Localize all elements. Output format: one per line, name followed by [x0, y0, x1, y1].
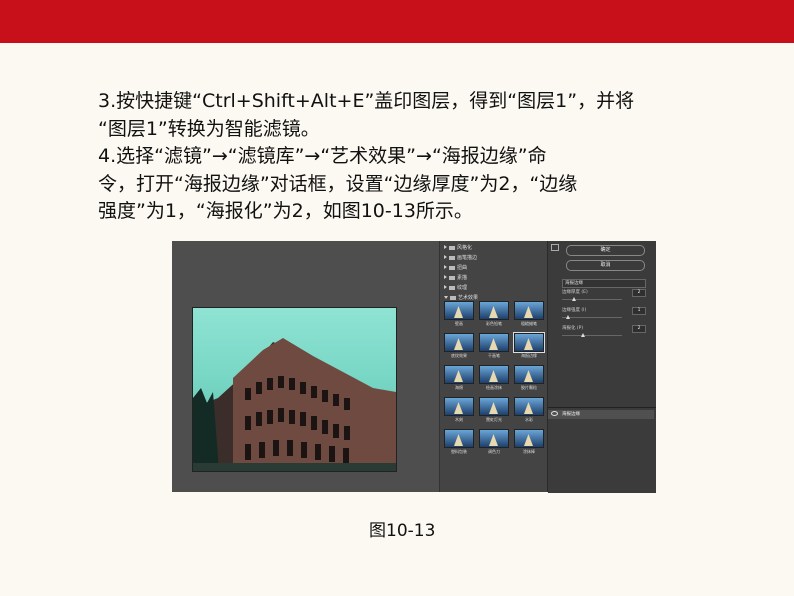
edge-intensity-control[interactable]: 边缘强度 (I) 1 [562, 307, 646, 323]
effect-layer-row[interactable]: 海报边缘 [548, 410, 654, 419]
slider-track[interactable] [562, 317, 622, 318]
figure-caption: 图10-13 [369, 521, 436, 541]
cancel-button[interactable]: 取消 [566, 260, 645, 271]
filter-thumb-image [479, 429, 509, 448]
posterization-control[interactable]: 海报化 (P) 2 [562, 325, 646, 341]
slider-knob[interactable] [566, 315, 570, 319]
folder-icon [449, 285, 455, 290]
filter-gallery-panel: 风格化 画笔描边 扭曲 素描 纹理 艺术效果 壁画 彩色铅笔 粗糙蜡笔 底纹效果… [439, 241, 548, 492]
folder-icon [449, 275, 455, 280]
folder-icon [449, 245, 455, 250]
instruction-line: 强度”为1，“海报化”为2，如图10-13所示。 [98, 200, 473, 222]
filter-thumb[interactable]: 木刻 [444, 397, 474, 423]
filter-category[interactable]: 扭曲 [440, 263, 548, 273]
filter-thumbnails: 壁画 彩色铅笔 粗糙蜡笔 底纹效果 干画笔 海报边缘 海绵 绘画涂抹 胶片颗粒 … [444, 301, 545, 455]
filter-thumb-image [444, 397, 474, 416]
folder-icon [449, 255, 455, 260]
expand-arrow-icon [444, 285, 447, 289]
expand-arrow-icon [444, 255, 447, 259]
param-value-input[interactable]: 1 [632, 307, 646, 315]
ok-button[interactable]: 确定 [566, 245, 645, 256]
effect-layers-panel: 海报边缘 [548, 407, 656, 493]
instruction-line: 4.选择“滤镜”→“滤镜库”→“艺术效果”→“海报边缘”命 [98, 145, 547, 167]
filter-settings-panel: 确定 取消 海报边缘 边缘厚度 (E) 2 边缘强度 (I) 1 海报化 (P)… [547, 241, 656, 493]
param-value-input[interactable]: 2 [632, 325, 646, 333]
collapse-arrow-icon [444, 296, 448, 299]
filter-thumb[interactable]: 调色刀 [479, 429, 509, 455]
instruction-line: 令，打开“海报边缘”对话框，设置“边缘厚度”为2，“边缘 [98, 172, 578, 195]
slider-knob[interactable] [581, 333, 585, 337]
filter-thumb-image [444, 301, 474, 320]
collapse-gallery-icon[interactable] [551, 244, 559, 251]
colosseum-image [193, 338, 396, 471]
filter-thumb-image [514, 429, 544, 448]
filter-thumb[interactable]: 海绵 [444, 365, 474, 391]
filter-thumb-image [514, 397, 544, 416]
slider-knob[interactable] [572, 297, 576, 301]
preview-canvas [172, 241, 439, 492]
colosseum-preview-image [192, 307, 397, 472]
folder-icon [450, 295, 456, 300]
filter-thumb-image [514, 301, 544, 320]
filter-thumb-image [479, 301, 509, 320]
filter-thumb[interactable]: 水彩 [514, 397, 544, 423]
expand-arrow-icon [444, 265, 447, 269]
filter-thumb[interactable]: 彩色铅笔 [479, 301, 509, 327]
expand-arrow-icon [444, 245, 447, 249]
filter-thumb-image [444, 429, 474, 448]
filter-thumb-selected[interactable]: 海报边缘 [513, 332, 545, 359]
filter-category[interactable]: 风格化 [440, 243, 548, 253]
filter-thumb[interactable]: 霓虹灯光 [479, 397, 509, 423]
folder-icon [449, 265, 455, 270]
filter-thumb[interactable]: 涂抹棒 [514, 429, 544, 455]
instruction-text: 3.按快捷键“Ctrl+Shift+Alt+E”盖印图层，得到“图层1”，并将 … [98, 88, 728, 226]
filter-thumb[interactable]: 绘画涂抹 [479, 365, 509, 391]
filter-category[interactable]: 画笔描边 [440, 253, 548, 263]
filter-category[interactable]: 素描 [440, 273, 548, 283]
filter-thumb[interactable]: 胶片颗粒 [514, 365, 544, 391]
filter-thumb-image [479, 397, 509, 416]
slider-track[interactable] [562, 335, 622, 336]
instruction-line: 3.按快捷键“Ctrl+Shift+Alt+E”盖印图层，得到“图层1”，并将 [98, 90, 635, 112]
title-bar [0, 0, 794, 43]
edge-thickness-control[interactable]: 边缘厚度 (E) 2 [562, 289, 646, 305]
filter-thumb[interactable]: 干画笔 [479, 333, 509, 359]
filter-thumb[interactable]: 底纹效果 [444, 333, 474, 359]
slider-track[interactable] [562, 299, 622, 300]
filter-thumb[interactable]: 粗糙蜡笔 [514, 301, 544, 327]
filter-thumb-image [479, 333, 509, 352]
filter-thumb-image [444, 365, 474, 384]
filter-select[interactable]: 海报边缘 [562, 279, 646, 288]
eye-icon[interactable] [551, 411, 558, 416]
filter-thumb[interactable]: 塑料包装 [444, 429, 474, 455]
filter-thumb-image [444, 333, 474, 352]
filter-thumb[interactable]: 壁画 [444, 301, 474, 327]
instruction-line: “图层1”转换为智能滤镜。 [98, 117, 320, 140]
expand-arrow-icon [444, 275, 447, 279]
filter-thumb-image [514, 365, 544, 384]
effect-layer-label: 海报边缘 [562, 412, 580, 417]
param-value-input[interactable]: 2 [632, 289, 646, 297]
filter-gallery-screenshot: 风格化 画笔描边 扭曲 素描 纹理 艺术效果 壁画 彩色铅笔 粗糙蜡笔 底纹效果… [172, 241, 656, 493]
filter-thumb-image [513, 332, 545, 353]
filter-thumb-image [479, 365, 509, 384]
filter-category[interactable]: 纹理 [440, 283, 548, 293]
